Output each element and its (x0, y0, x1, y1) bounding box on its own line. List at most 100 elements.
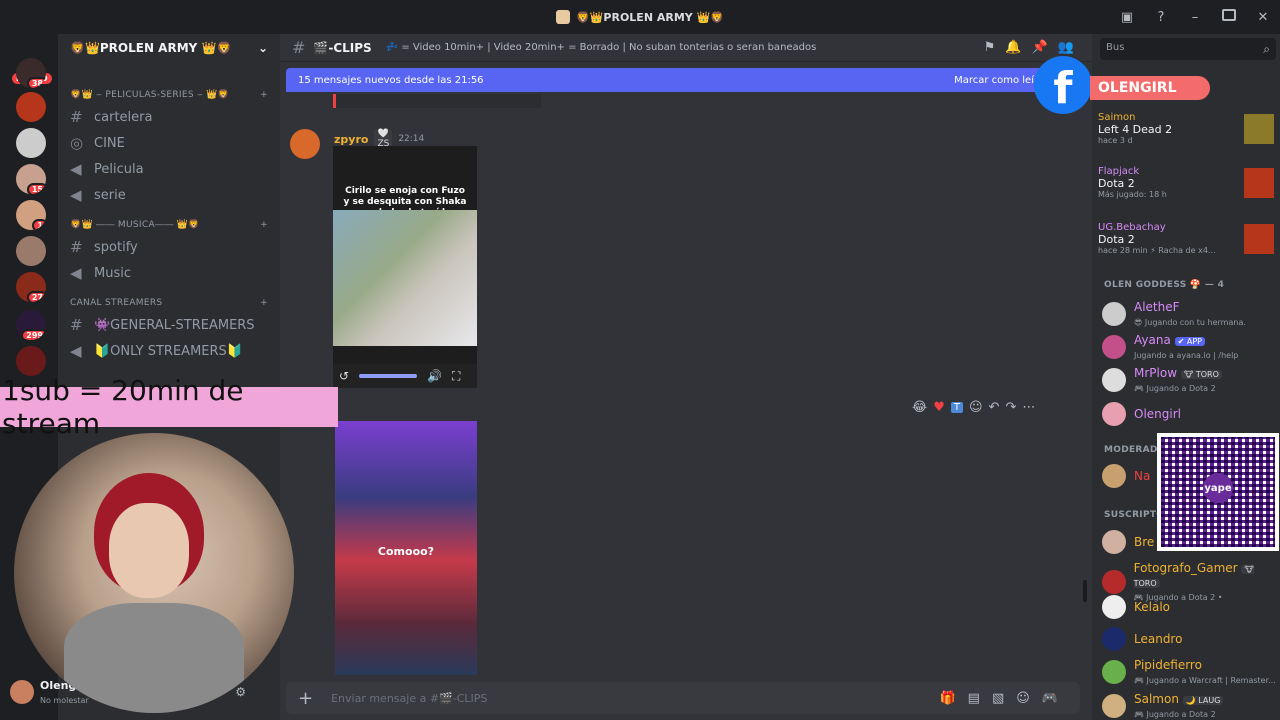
channel-only-streamers[interactable]: ◀ 🔰ONLY STREAMERS🔰 (58, 338, 280, 364)
member-name: Leandro (1134, 632, 1183, 646)
category-label: 🦁👑 ‒ PELICULAS-SERIES ‒ 👑🦁 (70, 90, 230, 100)
app-badge: ✔ APP (1174, 337, 1206, 346)
avatar (1102, 570, 1126, 594)
mention-badge: 299 (21, 329, 46, 340)
server-icon[interactable]: 15 (16, 164, 46, 194)
sub-banner-overlay: 1sub = 20min de stream (0, 374, 338, 440)
channel-label: Music (94, 265, 131, 281)
fullscreen-icon[interactable]: ⛶ (452, 369, 460, 384)
channel-topic[interactable]: 💤 = Video 10min+ | Video 20min+ = Borrad… (386, 42, 817, 53)
reply-icon[interactable]: ↶ (989, 400, 1000, 415)
channel-pelicula[interactable]: ◀ Pelicula (58, 156, 280, 182)
avatar (1102, 694, 1126, 718)
channel-cartelera[interactable]: # cartelera (58, 104, 280, 130)
category-header[interactable]: 🦁👑 ‒ PELICULAS-SERIES ‒ 👑🦁 + (58, 78, 280, 104)
server-icon[interactable]: 38 (16, 58, 46, 88)
member-item[interactable]: Na (1102, 464, 1150, 488)
server-icon[interactable] (16, 346, 46, 376)
close-button[interactable]: ✕ (1246, 10, 1280, 25)
member-item[interactable]: Ayana ✔ APP Jugando a ayana.io | /help (1102, 333, 1238, 361)
timestamp: 22:14 (398, 134, 425, 144)
channel-cine[interactable]: ◎ CINE (58, 130, 280, 156)
member-status: 😎 Jugando con tu hermana. (1134, 318, 1246, 327)
video-clip[interactable]: Comooo? (335, 421, 477, 675)
scrollbar[interactable] (1083, 580, 1087, 602)
dota-server-icon[interactable] (16, 92, 46, 122)
member-item[interactable]: Olengirl (1102, 402, 1181, 426)
category-header[interactable]: 🦁👑 ―― MUSICA―― 👑🦁 + (58, 208, 280, 234)
member-item[interactable]: Salmon 🌙 LAUG 🎮 Jugando a Dota 2 (1102, 692, 1224, 720)
channel-label: cartelera (94, 109, 153, 125)
new-messages-bar[interactable]: 15 mensajes nuevos desde las 21:56 Marca… (286, 68, 1046, 92)
member-item[interactable]: Kelalo (1102, 595, 1170, 619)
activity-card[interactable]: Flapjack Dota 2 Más jugado: 18 h (1098, 166, 1274, 199)
activity-card[interactable]: UG.Bebachay Dota 2 hace 28 min ⚡ Racha d… (1098, 222, 1274, 255)
member-name: Ayana (1134, 333, 1171, 347)
channel-serie[interactable]: ◀ serie (58, 182, 280, 208)
category-header[interactable]: CANAL STREAMERS + (58, 286, 280, 312)
avatar[interactable] (10, 680, 34, 704)
member-item[interactable]: MrPlow 🐮 TORO 🎮 Jugando a Dota 2 (1102, 366, 1222, 394)
volume-icon[interactable]: 🔊 (427, 369, 442, 383)
activity-card[interactable]: Saimon Left 4 Dead 2 hace 3 d (1098, 112, 1274, 145)
member-name: Kelalo (1134, 600, 1171, 614)
add-attachment-icon[interactable]: + (298, 688, 313, 709)
video-clip[interactable]: Cirilo se enoja con Fuzo y se desquita c… (333, 146, 477, 388)
chevron-down-icon: ⌄ (257, 41, 268, 55)
hash-icon: # (70, 238, 83, 256)
facebook-name: OLENGIRL (1090, 76, 1210, 100)
add-channel-icon[interactable]: + (260, 90, 268, 100)
channel-music[interactable]: ◀ Music (58, 260, 280, 286)
shirt-shape (64, 603, 244, 713)
server-icon[interactable] (16, 236, 46, 266)
translate-icon[interactable]: T (950, 402, 963, 413)
inbox-icon[interactable]: ▣ (1110, 10, 1144, 25)
add-channel-icon[interactable]: + (260, 220, 268, 230)
forward-icon[interactable]: ↷ (1005, 400, 1016, 415)
add-channel-icon[interactable]: + (260, 298, 268, 308)
channel-spotify[interactable]: # spotify (58, 234, 280, 260)
guild-header[interactable]: 🦁👑PROLEN ARMY 👑🦁 ⌄ (58, 34, 280, 62)
avatar (1102, 335, 1126, 359)
minimize-button[interactable]: – (1178, 10, 1212, 25)
previous-embed (333, 94, 541, 108)
member-status: 🎮 Jugando a Dota 2 (1134, 710, 1216, 719)
help-icon[interactable]: ? (1144, 10, 1178, 25)
author-name[interactable]: zpyro (334, 133, 368, 146)
window-icon (556, 10, 571, 24)
mark-read-button[interactable]: Marcar como leí (954, 75, 1034, 86)
add-reaction-icon[interactable]: ☺ (969, 400, 983, 415)
more-icon[interactable]: ⋯ (1022, 400, 1035, 415)
header-toolbar[interactable]: ⚑🔔📌👥 (984, 40, 1084, 55)
heart-reaction-icon[interactable]: ♥ (933, 400, 945, 415)
member-item[interactable]: AletheF 😎 Jugando con tu hermana. (1102, 300, 1246, 328)
group-header: MODERAD (1104, 445, 1158, 455)
member-item[interactable]: Leandro (1102, 627, 1182, 651)
clip-caption: Cirilo se enoja con Fuzo y se desquita c… (343, 186, 467, 218)
channel-label: 🔰ONLY STREAMERS🔰 (94, 343, 243, 359)
hash-icon: # (70, 316, 83, 334)
server-icon[interactable] (16, 128, 46, 158)
message-input[interactable]: Enviar mensaje a #🎬-CLIPS (331, 692, 487, 705)
replay-icon[interactable]: ↺ (339, 369, 349, 383)
volume-slider[interactable] (359, 374, 418, 378)
search-input[interactable]: Bus (1100, 38, 1276, 60)
server-icon[interactable]: 299 (16, 310, 46, 340)
channel-general-streamers[interactable]: # 👾GENERAL-STREAMERS (58, 312, 280, 338)
webcam-overlay (14, 433, 294, 713)
laugh-reaction-icon[interactable]: 😂 (912, 400, 927, 415)
composer-toolbar[interactable]: 🎁▤▧☺🎮 (940, 691, 1071, 706)
server-icon[interactable]: 27 (16, 272, 46, 302)
member-status: 🎮 Jugando a Dota 2 (1134, 384, 1216, 393)
video-controls: ↺ 🔊 ⛶ (333, 364, 477, 388)
member-item[interactable]: Bre (1102, 530, 1154, 554)
maximize-button[interactable] (1212, 9, 1246, 25)
role-badge: 🌙 LAUG (1182, 696, 1224, 705)
member-item[interactable]: Pipidefierro 🎮 Jugando a Warcraft | Remas… (1102, 658, 1276, 686)
message-composer[interactable]: + Enviar mensaje a #🎬-CLIPS 🎁▤▧☺🎮 (286, 682, 1080, 714)
category-label: 🦁👑 ―― MUSICA―― 👑🦁 (70, 220, 200, 230)
channel-label: CINE (94, 135, 125, 151)
role-badge: 🐮 TORO (1180, 370, 1222, 379)
avatar[interactable] (290, 129, 320, 159)
server-icon[interactable]: 1 (16, 200, 46, 230)
